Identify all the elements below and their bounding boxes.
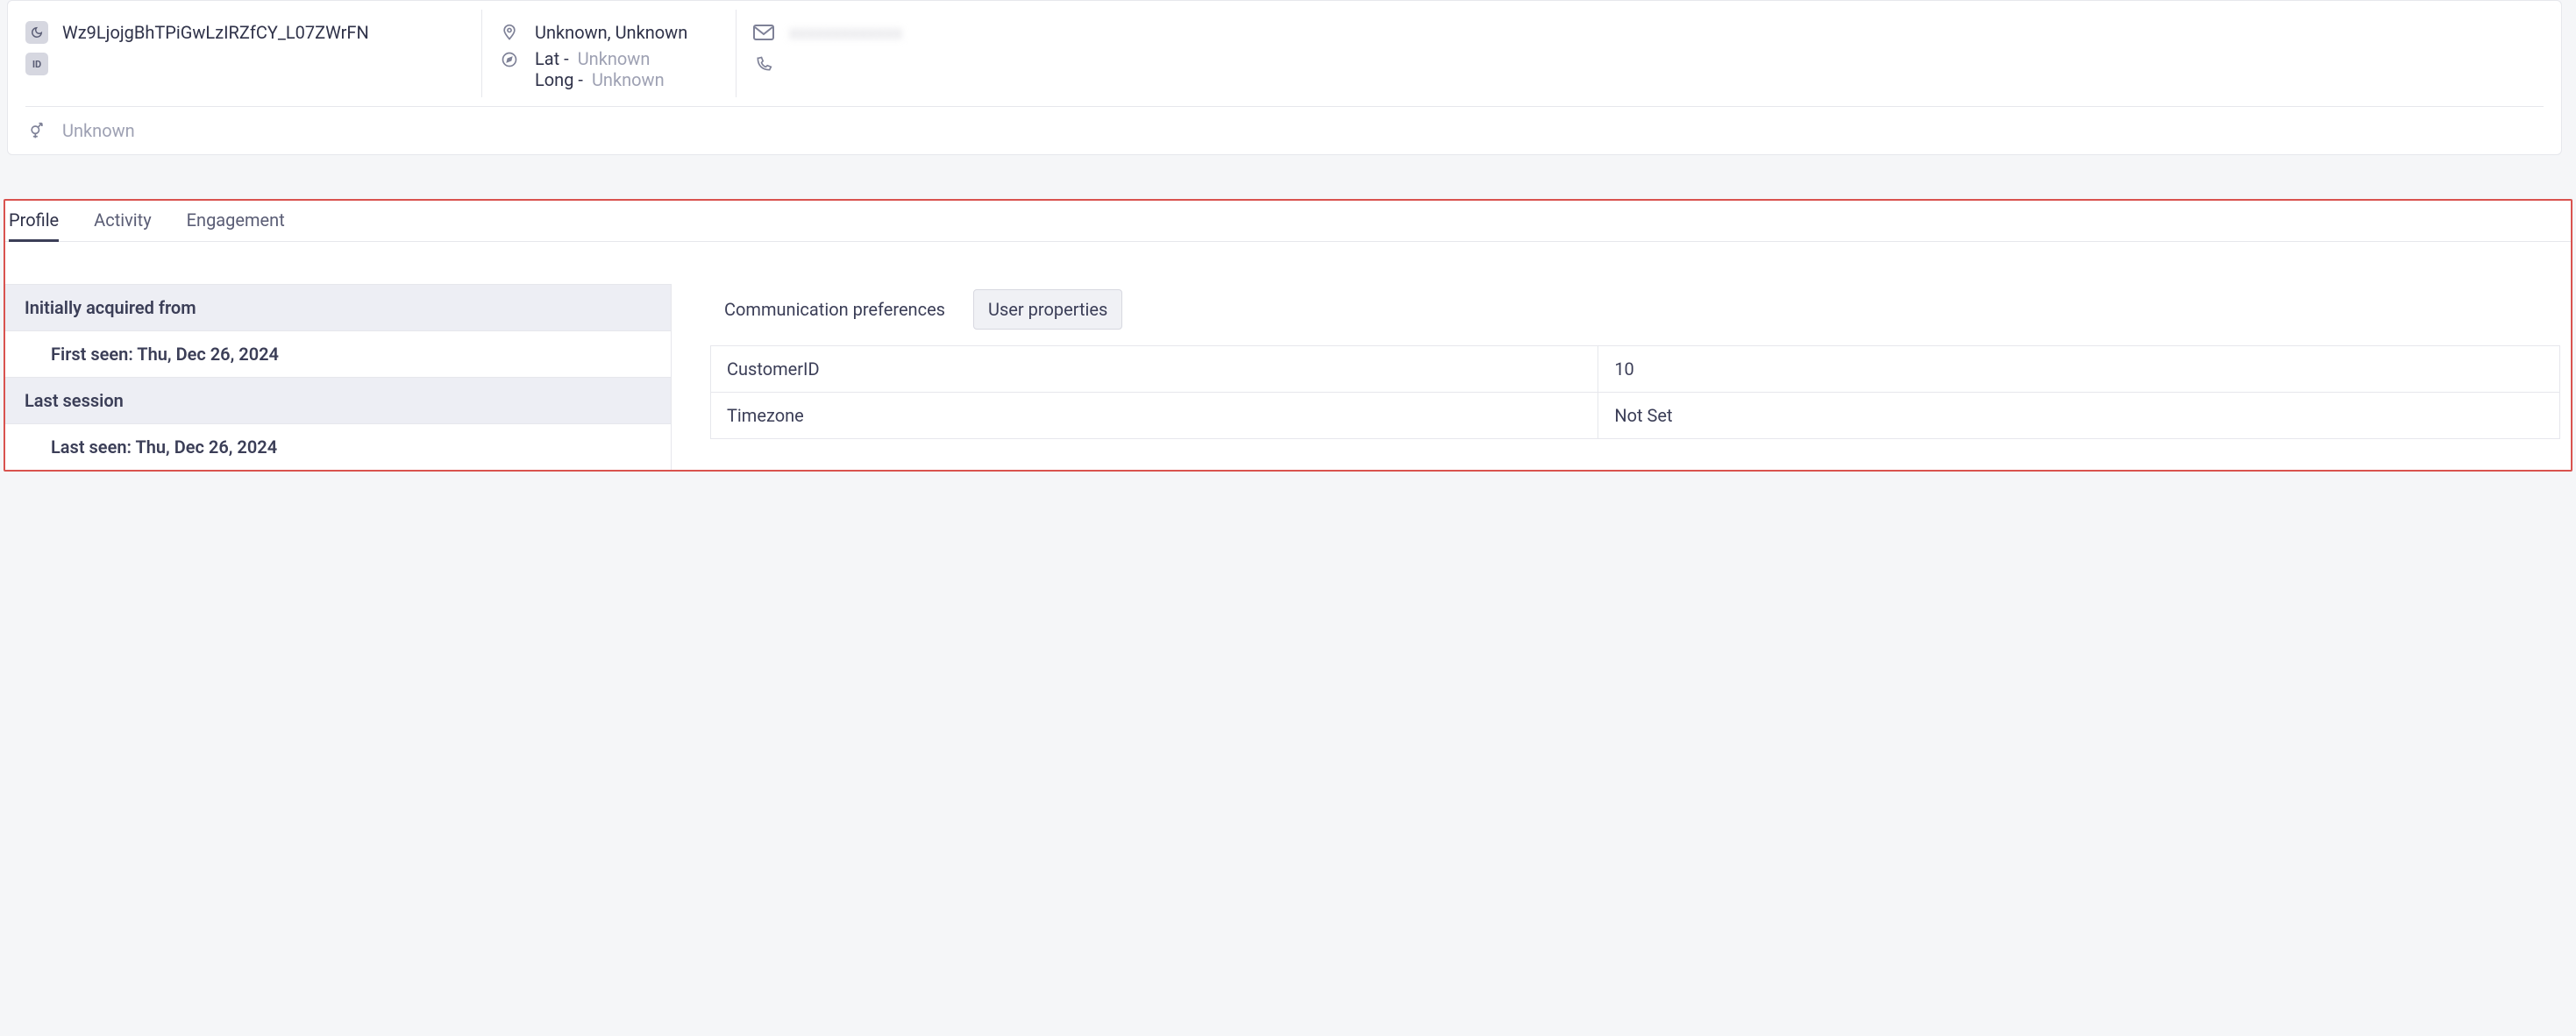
compass-icon [498,48,521,71]
user-properties-table: CustomerID 10 Timezone Not Set [710,345,2560,439]
initially-acquired-header: Initially acquired from [5,285,671,331]
contact-column: xxxxxxxxxxxxx [736,10,2544,97]
first-seen-value: Thu, Dec 26, 2024 [137,344,279,365]
first-seen-item: First seen: Thu, Dec 26, 2024 [5,331,671,378]
profile-section-frame: Profile Activity Engagement Initially ac… [4,199,2572,472]
gender-icon [25,119,48,142]
secondary-id-row: ID [25,48,457,80]
id-icon: ID [25,53,48,75]
info-columns: Wz9LjojgBhTPiGwLzIRZfCY_L07ZWrFN ID Unkn… [8,1,2561,106]
inner-tabs: Communication preferences User propertie… [700,284,2550,345]
gender-value: Unknown [62,120,135,141]
table-row: CustomerID 10 [711,346,2560,393]
tab-engagement[interactable]: Engagement [187,201,285,242]
prop-key: Timezone [711,393,1598,439]
tab-communication-preferences[interactable]: Communication preferences [710,290,959,329]
prop-value: Not Set [1598,393,2560,439]
prop-key: CustomerID [711,346,1598,393]
prop-value: 10 [1598,346,2560,393]
email-value: xxxxxxxxxxxxx [789,22,902,43]
tab-user-properties[interactable]: User properties [973,289,1122,330]
identity-row: Wz9LjojgBhTPiGwLzIRZfCY_L07ZWrFN [25,17,457,48]
last-session-header: Last session [5,378,671,424]
phone-icon [752,53,775,75]
pin-icon [498,21,521,44]
identity-column: Wz9LjojgBhTPiGwLzIRZfCY_L07ZWrFN ID [25,10,481,97]
long-value: Unknown [592,69,665,90]
last-seen-item: Last seen: Thu, Dec 26, 2024 [5,424,671,470]
email-row: xxxxxxxxxxxxx [752,17,2519,48]
phone-row [752,48,2519,80]
moon-icon [25,21,48,44]
latlong-row: Lat - Unknown Long - Unknown [498,48,711,90]
main-tabs: Profile Activity Engagement [5,201,2571,242]
user-id-value: Wz9LjojgBhTPiGwLzIRZfCY_L07ZWrFN [62,22,369,43]
gender-row: Unknown [8,107,2561,154]
latlong-labels: Lat - Unknown Long - Unknown [535,48,665,90]
tab-activity[interactable]: Activity [94,201,151,242]
table-row: Timezone Not Set [711,393,2560,439]
last-seen-label: Last seen: [51,436,132,458]
envelope-icon [752,21,775,44]
long-label: Long - [535,69,583,90]
first-seen-label: First seen: [51,344,133,365]
properties-panel: Communication preferences User propertie… [700,284,2571,439]
profile-body: Initially acquired from First seen: Thu,… [5,242,2571,470]
tab-profile[interactable]: Profile [9,201,59,242]
last-seen-value: Thu, Dec 26, 2024 [135,436,277,458]
user-header-card: Wz9LjojgBhTPiGwLzIRZfCY_L07ZWrFN ID Unkn… [7,0,2562,155]
location-row: Unknown, Unknown [498,17,711,48]
lat-value: Unknown [578,48,651,69]
location-value: Unknown, Unknown [535,22,687,43]
lat-label: Lat - [535,48,569,69]
acquisition-panel: Initially acquired from First seen: Thu,… [5,284,672,470]
location-column: Unknown, Unknown Lat - Unknown Long - Un… [481,10,736,97]
